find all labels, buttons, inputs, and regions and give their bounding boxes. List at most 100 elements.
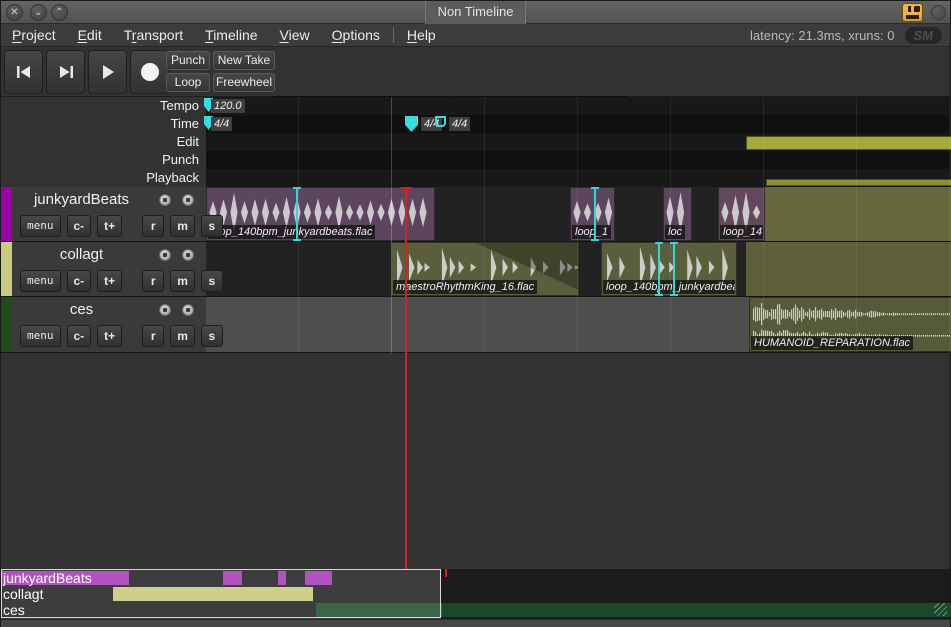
track-lane-ces[interactable]: HUMANOID_REPARATION.flac xyxy=(206,297,950,352)
audio-clip[interactable]: loc xyxy=(663,187,692,241)
overview-viewport-rect[interactable] xyxy=(1,569,441,618)
audio-clip[interactable]: loop_140bpm_junkyardbea xyxy=(601,242,737,296)
track-buttons: menu c-t+ rms xyxy=(20,270,223,292)
track-m-button[interactable]: m xyxy=(170,270,195,292)
menu-timeline[interactable]: Timeline xyxy=(194,24,268,46)
overview-playhead-tick xyxy=(445,569,447,577)
track-m-button[interactable]: m xyxy=(170,215,195,237)
track-takes-button[interactable]: t+ xyxy=(97,325,122,347)
skip-to-start-icon xyxy=(16,65,32,79)
track-controls-button[interactable]: c- xyxy=(67,215,92,237)
timeline-empty-area[interactable] xyxy=(1,353,950,569)
menu-view[interactable]: View xyxy=(269,24,321,46)
end-button[interactable] xyxy=(46,50,85,94)
record-icon xyxy=(140,62,160,82)
ruler-label-edit: Edit xyxy=(1,133,206,151)
track-name[interactable]: ces xyxy=(12,301,151,318)
audio-clip[interactable]: loop_140bpm_junkyardbeats.flac xyxy=(206,187,435,241)
track-r-button[interactable]: r xyxy=(142,270,164,292)
track-s-button[interactable]: s xyxy=(201,325,223,347)
audio-clip[interactable]: loop_14 xyxy=(718,187,765,241)
audio-clip[interactable]: HUMANOID_REPARATION.flac xyxy=(749,297,951,352)
track-r-button[interactable]: r xyxy=(142,325,164,347)
output-connector-icon[interactable] xyxy=(182,249,194,261)
track-menu-button[interactable]: menu xyxy=(20,270,61,292)
output-connector-icon[interactable] xyxy=(182,194,194,206)
playhead-line xyxy=(405,187,407,569)
menu-help[interactable]: Help xyxy=(396,24,447,46)
ruler-range-bar[interactable] xyxy=(746,136,951,150)
track-buttons: menu c-t+ rms xyxy=(20,215,223,237)
track-junkyardBeats: loop_140bpm_junkyardbeats.flacloop_1locl… xyxy=(1,187,950,242)
track-controls-button[interactable]: c- xyxy=(67,325,92,347)
window-shade-button[interactable]: ⌄ xyxy=(30,4,47,21)
output-connector-icon[interactable] xyxy=(182,304,194,316)
clip-label: maestroRhythmKing_16.flac xyxy=(393,280,537,294)
audio-clip[interactable]: maestroRhythmKing_16.flac xyxy=(391,242,579,296)
track-controls-button[interactable]: c- xyxy=(67,270,92,292)
toggle-loop[interactable]: Loop xyxy=(166,73,210,92)
timeline-marker-flag[interactable] xyxy=(405,116,418,132)
track-ces: HUMANOID_REPARATION.flac ces menu c-t+ rms xyxy=(1,297,950,353)
sm-badge: SM xyxy=(905,27,943,44)
menu-edit[interactable]: Edit xyxy=(67,24,113,46)
track-r-button[interactable]: r xyxy=(142,215,164,237)
record-button[interactable] xyxy=(130,50,169,94)
track-m-button[interactable]: m xyxy=(170,325,195,347)
grid-line xyxy=(298,97,299,187)
menu-separator xyxy=(393,27,394,43)
ruler-lane-tempo[interactable]: 120.0 xyxy=(206,97,950,115)
ruler-row-punch: Punch xyxy=(1,151,950,169)
toggle-new-take[interactable]: New Take xyxy=(213,51,275,70)
menu-project[interactable]: Project xyxy=(1,24,67,46)
track-name[interactable]: junkyardBeats xyxy=(12,191,151,208)
input-connector-icon[interactable] xyxy=(159,304,171,316)
ruler-lane-time[interactable]: 4/44/44/4 xyxy=(206,115,950,133)
track-s-button[interactable]: s xyxy=(201,215,223,237)
track-takes-button[interactable]: t+ xyxy=(97,215,122,237)
edit-cursor-marker[interactable] xyxy=(594,187,596,241)
track-buttons: menu c-t+ rms xyxy=(20,325,223,347)
transport-toggles: PunchNew TakeLoopFreewheel xyxy=(166,51,275,92)
track-name[interactable]: collagt xyxy=(12,246,151,263)
ruler-row-playback: Playback xyxy=(1,169,950,187)
play-button[interactable] xyxy=(88,50,127,94)
track-takes-button[interactable]: t+ xyxy=(97,270,122,292)
home-button[interactable] xyxy=(4,50,43,94)
grid-line xyxy=(484,97,485,187)
ruler-row-time: Time4/44/44/4 xyxy=(1,115,950,133)
ruler-range-bar[interactable] xyxy=(766,179,951,186)
ruler-lane-edit[interactable] xyxy=(206,133,950,151)
track-lane-junkyardBeats[interactable]: loop_140bpm_junkyardbeats.flacloop_1locl… xyxy=(206,187,950,241)
input-connector-icon[interactable] xyxy=(159,194,171,206)
window-close-button[interactable]: ✕ xyxy=(6,4,23,21)
track-lane-collagt[interactable]: maestroRhythmKing_16.flac loop_140bpm_jun… xyxy=(206,242,950,296)
track-header-collagt: collagtmenuc-t+rms xyxy=(1,242,206,296)
clip-label: loop_14 xyxy=(720,225,763,239)
ruler-lane-playback[interactable] xyxy=(206,169,950,187)
toggle-punch[interactable]: Punch xyxy=(166,51,210,70)
edit-region-highlight xyxy=(746,242,951,296)
toggle-freewheel[interactable]: Freewheel xyxy=(213,73,275,92)
resize-grip[interactable] xyxy=(934,603,947,616)
menu-transport[interactable]: Transport xyxy=(113,24,194,46)
menu-options[interactable]: Options xyxy=(321,24,391,46)
edit-cursor-marker[interactable] xyxy=(658,242,660,296)
ruler-row-tempo: Tempo120.0 xyxy=(1,97,950,115)
edit-cursor-marker[interactable] xyxy=(673,242,675,296)
track-s-button[interactable]: s xyxy=(201,270,223,292)
ruler-lane-punch[interactable] xyxy=(206,151,950,169)
timeline-marker-flag[interactable] xyxy=(435,116,446,127)
window-menu-button[interactable] xyxy=(931,5,946,20)
track-menu-button[interactable]: menu xyxy=(20,215,61,237)
track-menu-button[interactable]: menu xyxy=(20,325,61,347)
bottom-edge-bar xyxy=(1,619,950,627)
input-connector-icon[interactable] xyxy=(159,249,171,261)
track-color-strip xyxy=(1,297,12,352)
grid-line xyxy=(763,187,764,353)
window-unshade-button[interactable]: ⌃ xyxy=(51,4,68,21)
playhead-marker[interactable] xyxy=(400,187,412,195)
timeline-marker-label: 4/4 xyxy=(449,117,470,131)
clip-label: loc xyxy=(665,225,685,239)
grid-line xyxy=(856,97,857,187)
